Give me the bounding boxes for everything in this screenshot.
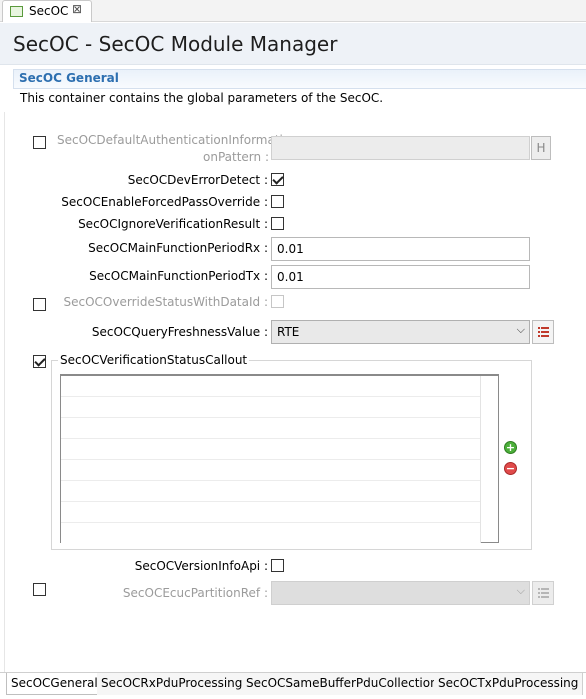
page-title: SecOC - SecOC Module Manager	[13, 32, 338, 56]
close-icon[interactable]: ⊠	[72, 2, 82, 16]
page-header: SecOC - SecOC Module Manager	[0, 23, 586, 65]
tab-secoc-tx-pdu-processing[interactable]: SecOCTxPduProcessing	[434, 673, 584, 695]
main-period-rx-label: SecOCMainFunctionPeriodRx :	[88, 241, 268, 255]
main-period-tx-label: SecOCMainFunctionPeriodTx :	[89, 269, 268, 283]
remove-icon[interactable]: −	[504, 462, 517, 475]
section-title: SecOC General	[19, 71, 119, 85]
auth-pattern-hex-button[interactable]: H	[531, 136, 551, 160]
ecuc-partition-label: SecOCEcucPartitionRef :	[122, 586, 268, 600]
editor-tab-secoc[interactable]: SecOC ⊠	[2, 0, 92, 22]
section-description: This container contains the global param…	[20, 91, 384, 105]
list-icon	[538, 327, 549, 337]
form-left-border	[4, 112, 5, 672]
forced-pass-override-label: SecOCEnableForcedPassOverride :	[61, 195, 268, 209]
main-period-rx-input[interactable]: 0.01	[271, 237, 530, 261]
auth-pattern-input[interactable]	[271, 136, 530, 160]
auth-pattern-label-line2: onPattern :	[203, 150, 269, 164]
add-icon[interactable]: +	[504, 441, 517, 454]
editor-file-icon	[10, 6, 23, 17]
dev-error-detect-checkbox[interactable]	[271, 173, 284, 186]
list-icon	[538, 588, 549, 598]
verification-callout-enable-checkbox[interactable]	[33, 355, 46, 368]
list-scrollbar[interactable]	[480, 376, 498, 543]
tab-secoc-rx-pdu-processing[interactable]: SecOCRxPduProcessing	[97, 673, 248, 695]
verification-callout-list[interactable]	[60, 374, 499, 543]
tab-secoc-same-buffer-pdu-collection[interactable]: SecOCSameBufferPduCollection	[242, 673, 443, 695]
tab-secoc-general[interactable]: SecOCGeneral	[6, 673, 103, 695]
query-freshness-label: SecOCQueryFreshnessValue :	[91, 325, 268, 339]
query-freshness-dropdown[interactable]: RTE ⌵	[271, 320, 530, 344]
ignore-verification-label: SecOCIgnoreVerificationResult :	[78, 217, 268, 231]
ignore-verification-checkbox[interactable]	[271, 217, 284, 230]
bottom-tab-bar: SecOCGeneral SecOCRxPduProcessing SecOCS…	[0, 672, 586, 699]
query-freshness-value: RTE	[277, 325, 300, 339]
version-info-api-label: SecOCVersionInfoApi :	[134, 559, 268, 573]
chevron-down-icon: ⌵	[516, 323, 525, 336]
verification-callout-label: SecOCVerificationStatusCallout	[58, 353, 250, 367]
override-status-checkbox[interactable]	[271, 295, 284, 308]
editor-tab-label: SecOC	[29, 4, 69, 18]
section-header[interactable]: SecOC General	[13, 69, 586, 89]
forced-pass-override-checkbox[interactable]	[271, 195, 284, 208]
chevron-down-icon: ⌵	[516, 584, 525, 597]
auth-pattern-enable-checkbox[interactable]	[33, 136, 46, 149]
list-rows	[61, 376, 481, 543]
main-period-tx-input[interactable]: 0.01	[271, 265, 530, 289]
ecuc-partition-dropdown[interactable]: ⌵	[271, 581, 530, 605]
auth-pattern-label-line1: SecOCDefaultAuthenticationInformati	[57, 133, 283, 147]
ecuc-partition-list-button[interactable]	[532, 581, 554, 605]
query-freshness-list-button[interactable]	[532, 320, 554, 344]
override-status-label: SecOCOverrideStatusWithDataId :	[63, 295, 269, 309]
version-info-api-checkbox[interactable]	[271, 559, 284, 572]
dev-error-detect-label: SecOCDevErrorDetect :	[127, 173, 268, 187]
